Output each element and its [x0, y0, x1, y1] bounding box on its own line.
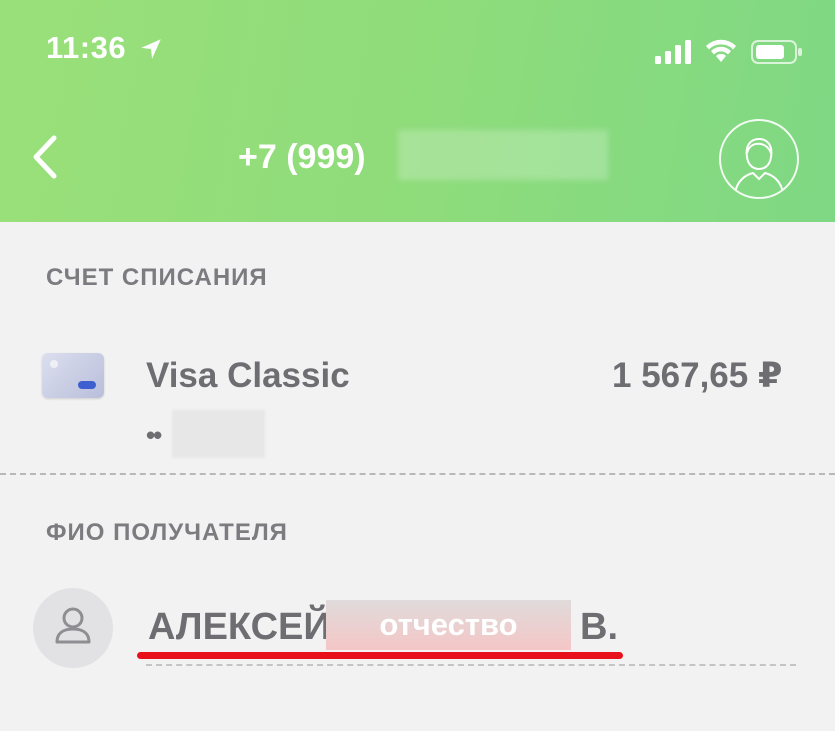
app-header: 11:36 +7 (999)	[0, 0, 835, 222]
recipient-name-label: ФИО ПОЛУЧАТЕЛЯ	[46, 519, 288, 546]
card-number-redaction	[172, 410, 265, 458]
profile-button[interactable]	[719, 119, 799, 199]
cellular-signal-icon	[655, 40, 691, 64]
card-icon	[42, 353, 104, 398]
recipient-last-initial: В.	[580, 606, 618, 648]
debit-account-label: СЧЕТ СПИСАНИЯ	[46, 264, 268, 291]
account-balance: 1 567,65 ₽	[612, 356, 783, 395]
recipient-divider	[146, 664, 796, 666]
patronymic-placeholder: отчество	[379, 607, 518, 642]
patronymic-redaction: отчество	[326, 600, 571, 650]
recipient-avatar	[33, 588, 113, 668]
person-icon	[55, 607, 91, 644]
chevron-left-icon[interactable]	[28, 134, 62, 180]
section-divider	[0, 473, 835, 475]
user-avatar-icon	[734, 137, 784, 194]
battery-icon	[751, 40, 802, 64]
phone-redaction-blur	[398, 130, 608, 180]
red-highlight-underline	[137, 652, 623, 659]
wifi-icon	[706, 39, 736, 62]
status-time: 11:36	[46, 30, 127, 65]
location-arrow-icon	[141, 39, 161, 59]
account-name: Visa Classic	[146, 356, 350, 395]
recipient-first-name: АЛЕКСЕЙ	[148, 606, 331, 648]
card-number-mask: ••	[146, 420, 162, 450]
recipient-phone: +7 (999)	[238, 138, 366, 176]
